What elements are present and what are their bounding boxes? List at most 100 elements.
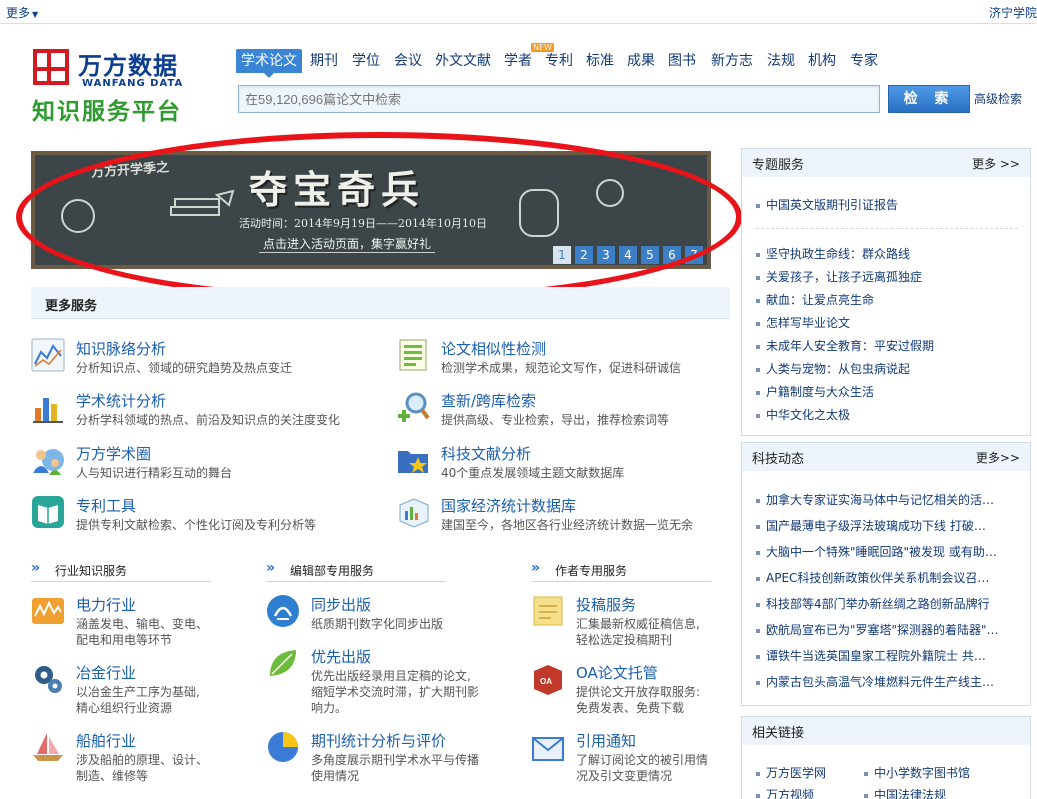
author-oa-hosting[interactable]: OA OA论文托管 提供论文开放存取服务: 免费发表、免费下载 (531, 662, 761, 722)
industry-shipbuilding[interactable]: 船舶行业 涉及船舶的原理、设计、 制造、维修等 (31, 730, 261, 790)
special-topic-item[interactable]: 人类与宠物：从包虫病说起 (756, 360, 1020, 377)
tech-news-item[interactable]: APEC科技创新政策伙伴关系机制会议召… (756, 569, 1020, 586)
service-patent-tools[interactable]: 专利工具 提供专利文献检索、个性化订阅及专利分析等 (31, 495, 391, 539)
service-title: 万方学术圈 (76, 445, 152, 463)
special-topic-item[interactable]: 坚守执政生命线：群众路线 (756, 245, 1020, 262)
tech-news-item[interactable]: 大脑中一个特殊"睡眠回路"被发现 或有助… (756, 543, 1020, 560)
more-services-title: 更多服务 (45, 299, 98, 314)
special-topics-panel: 专题服务 更多 >> 中国英文版期刊引证报告 坚守执政生命线：群众路线 关爱孩子… (741, 148, 1031, 436)
special-topic-label: 坚守执政生命线：群众路线 (766, 247, 911, 261)
tab-institutions[interactable]: 机构 (808, 49, 836, 73)
tab-degrees[interactable]: 学位 (352, 49, 380, 73)
tab-standards[interactable]: 标准 (586, 49, 614, 73)
notepad-icon (533, 596, 563, 626)
special-topic-item[interactable]: 未成年人安全教育：平安过假期 (756, 337, 1020, 354)
more-menu-link[interactable]: 更多 ▼ (6, 4, 38, 21)
service-wanfang-circle[interactable]: 万方学术圈 人与知识进行精彩互动的舞台 (31, 443, 391, 487)
related-link-item[interactable]: 万方医学网 (756, 764, 866, 781)
tab-achievements[interactable]: 成果 (627, 49, 655, 73)
tech-news-label: 加拿大专家证实海马体中与记忆相关的活… (766, 493, 995, 507)
tab-scholars[interactable]: 学者 (504, 49, 532, 73)
tab-conferences[interactable]: 会议 (394, 49, 422, 73)
industry-desc-line: 配电和用电等环节 (76, 633, 173, 647)
bullet-icon (756, 771, 760, 776)
editorial-title: 同步出版 (311, 596, 372, 614)
banner-page-4[interactable]: 4 (619, 246, 637, 264)
special-topic-top-item[interactable]: 中国英文版期刊引证报告 (756, 196, 1020, 213)
section-title: 作者专用服务 (555, 564, 628, 578)
tech-news-item[interactable]: 加拿大专家证实海马体中与记忆相关的活… (756, 491, 1020, 508)
banner-page-7[interactable]: 7 (685, 246, 703, 264)
promo-banner[interactable]: 万方开学季之 夺宝奇兵 活动时间：2014年9月19日——2014年10月10日… (31, 151, 711, 269)
search-button[interactable]: 检 索 (888, 85, 970, 113)
editorial-title: 优先出版 (311, 648, 372, 666)
author-desc-line: 了解订阅论文的被引用情 (576, 753, 709, 767)
industry-desc-line: 涵盖发电、输电、变电、 (76, 617, 209, 631)
banner-page-3[interactable]: 3 (597, 246, 615, 264)
banner-page-1[interactable]: 1 (553, 246, 571, 264)
bullet-icon (864, 793, 868, 798)
tech-news-item[interactable]: 国产最薄电子级浮法玻璃成功下线 打破… (756, 517, 1020, 534)
service-sci-lit-analysis[interactable]: 科技文献分析 40个重点发展领域主题文献数据库 (396, 443, 756, 487)
tech-news-item[interactable]: 谭铁牛当选英国皇家工程院外籍院士 共… (756, 647, 1020, 664)
bullet-icon (756, 413, 760, 418)
editorial-desc-line: 多角度展示期刊学术水平与传播 (311, 753, 480, 767)
chevron-down-icon: ▼ (32, 10, 39, 19)
wanfang-logo[interactable]: 万方数据 WANFANG DATA 知识服务平台 (30, 46, 210, 125)
related-link-label: 万方视频 (766, 788, 815, 799)
tech-news-item[interactable]: 科技部等4部门举办新丝绸之路创新品牌行 (756, 595, 1020, 612)
tab-regulations[interactable]: 法规 (767, 49, 795, 73)
industry-metallurgy[interactable]: 冶金行业 以冶金生产工序为基础, 精心组织行业资源 (31, 662, 261, 722)
special-topic-item[interactable]: 中华文化之太极 (756, 406, 1020, 423)
tab-books[interactable]: 图书 (668, 49, 696, 73)
tab-academic-papers[interactable]: 学术论文 (236, 49, 302, 78)
top-bar: 更多 ▼ 济宁学院 (0, 0, 1037, 24)
author-citation-notice[interactable]: 引用通知 了解订阅论文的被引用情 况及引文变更情况 (531, 730, 761, 790)
girl-doodle-icon (61, 199, 95, 233)
editorial-sync-publishing[interactable]: 同步出版 纸质期刊数字化同步出版 (266, 594, 496, 654)
editorial-priority-publishing[interactable]: 优先出版 优先出版经录用且定稿的论文, 缩短学术交流时滞，扩大期刊影 响力。 (266, 646, 496, 715)
search-input[interactable] (238, 85, 880, 113)
svg-text:OA: OA (540, 677, 552, 686)
service-academic-stats[interactable]: 学术统计分析 分析学科领域的热点、前沿及知识点的关注度变化 (31, 390, 391, 434)
advanced-search-link[interactable]: 高级检索 (974, 90, 1022, 107)
special-topic-item[interactable]: 关爱孩子，让孩子远离孤独症 (756, 268, 1020, 285)
service-national-econ-db[interactable]: 国家经济统计数据库 建国至今，各地区各行业经济统计数据一览无余 (396, 495, 756, 539)
related-link-item[interactable]: 中小学数字图书馆 (864, 764, 1014, 781)
service-desc: 人与知识进行精彩互动的舞台 (76, 466, 233, 480)
banner-page-5[interactable]: 5 (641, 246, 659, 264)
service-similarity-check[interactable]: 论文相似性检测 检测学术成果，规范论文写作，促进科研诚信 (396, 338, 756, 382)
banner-page-2[interactable]: 2 (575, 246, 593, 264)
banner-page-6[interactable]: 6 (663, 246, 681, 264)
bullet-icon (756, 367, 760, 372)
tech-news-item[interactable]: 欧航局宣布已为"罗塞塔"探测器的着陆器"… (756, 621, 1020, 638)
special-topic-item[interactable]: 户籍制度与大众生活 (756, 383, 1020, 400)
special-topic-item[interactable]: 献血：让爱点亮生命 (756, 291, 1020, 308)
tech-news-more-link[interactable]: 更多>> (976, 449, 1020, 466)
banner-date: 活动时间：2014年9月19日——2014年10月10日 (239, 217, 487, 230)
author-desc-line: 汇集最新权威征稿信息, (576, 617, 700, 631)
tech-news-item[interactable]: 内蒙古包头高温气冷堆燃料元件生产线主… (756, 673, 1020, 690)
related-link-label: 万方医学网 (766, 766, 827, 780)
author-submission-service[interactable]: 投稿服务 汇集最新权威征稿信息, 轻松选定投稿期刊 (531, 594, 761, 654)
service-novelty-search[interactable]: 查新/跨库检索 提供高级、专业检索，导出，推荐检索词等 (396, 390, 756, 434)
editorial-journal-stats[interactable]: 期刊统计分析与评价 多角度展示期刊学术水平与传播 使用情况 (266, 730, 496, 790)
tab-experts[interactable]: 专家 (850, 49, 878, 73)
special-topic-label: 人类与宠物：从包虫病说起 (766, 362, 911, 376)
related-link-item[interactable]: 中国法律法规 (864, 786, 1014, 799)
tech-news-label: 谭铁牛当选英国皇家工程院外籍院士 共… (766, 649, 986, 663)
industry-power[interactable]: 电力行业 涵盖发电、输电、变电、 配电和用电等环节 (31, 594, 261, 654)
tab-patents[interactable]: 专利 (545, 49, 573, 73)
tab-journals[interactable]: 期刊 (310, 49, 338, 73)
special-topics-more-link[interactable]: 更多 >> (972, 155, 1020, 172)
trend-chart-icon (31, 338, 65, 372)
author-desc-line: 免费发表、免费下载 (576, 701, 685, 715)
divider (756, 228, 1018, 229)
institution-link[interactable]: 济宁学院 (989, 4, 1037, 21)
special-topic-item[interactable]: 怎样写毕业论文 (756, 314, 1020, 331)
bullet-icon (864, 771, 868, 776)
tab-foreign-literature[interactable]: 外文文献 (435, 49, 491, 73)
service-knowledge-context[interactable]: 知识脉络分析 分析知识点、领域的研究趋势及热点变迁 (31, 338, 391, 382)
related-link-item[interactable]: 万方视频 (756, 786, 866, 799)
tab-local-chronicles[interactable]: 新方志 (711, 49, 753, 73)
